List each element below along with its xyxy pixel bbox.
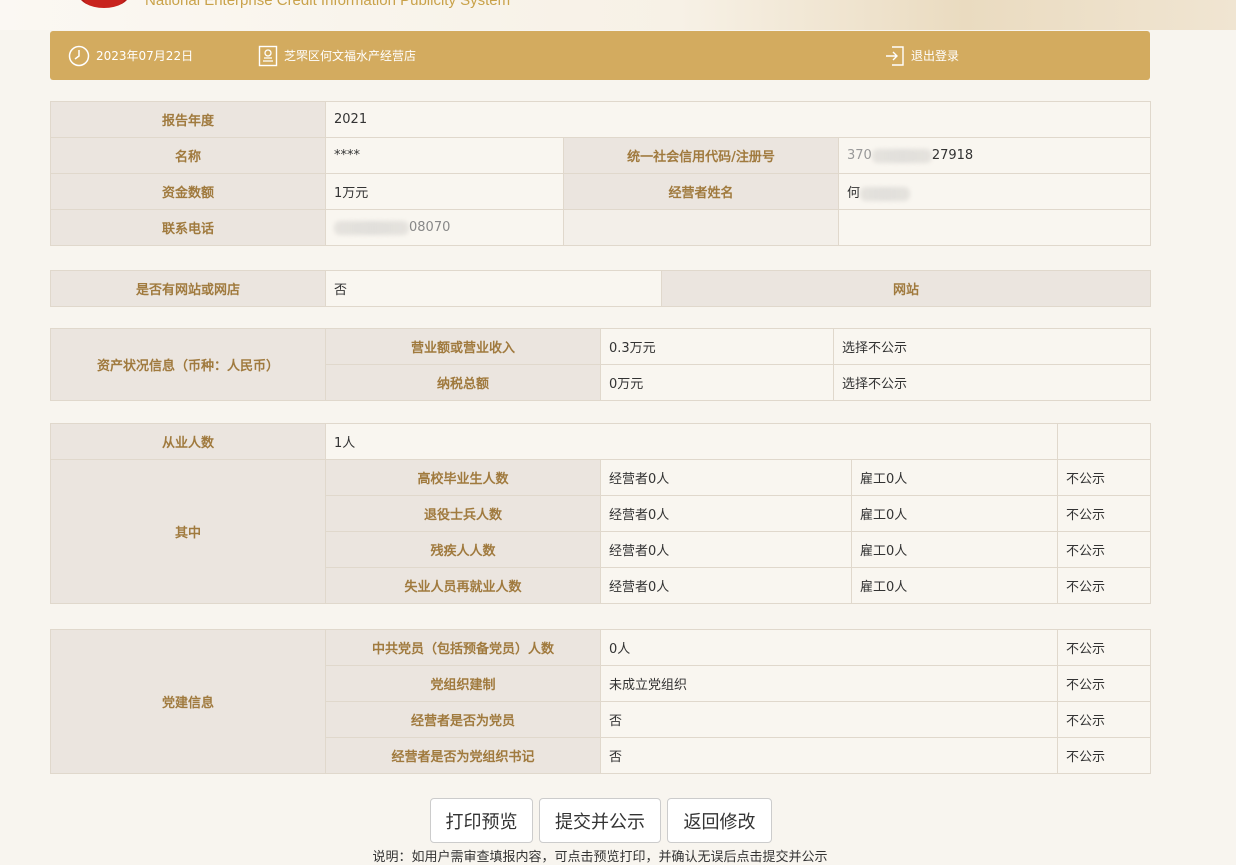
capital-label: 资金数额 — [50, 173, 326, 210]
tax-public: 选择不公示 — [833, 364, 1151, 401]
table-row: 报告年度 2021 — [50, 101, 1152, 138]
operator-secretary-value: 否 — [600, 737, 1058, 774]
disabled-public: 不公示 — [1057, 531, 1152, 568]
national-emblem-icon — [78, 0, 130, 8]
phone-label: 联系电话 — [50, 209, 326, 246]
site-label: 网站 — [661, 270, 1151, 307]
logout-label: 退出登录 — [911, 49, 960, 63]
party-members-public: 不公示 — [1057, 629, 1151, 666]
name-value: **** — [325, 137, 564, 174]
website-table: 是否有网站或网店 否 网站 — [50, 270, 1151, 307]
graduates-public: 不公示 — [1057, 459, 1152, 496]
reemployed-employee: 雇工0人 — [850, 567, 1059, 604]
reemployed-operator: 经营者0人 — [600, 567, 852, 604]
revenue-value: 0.3万元 — [600, 328, 834, 365]
back-edit-button[interactable]: 返回修改 — [667, 798, 772, 843]
user-toolbar: 2023年07月22日 芝罘区何文福水产经营店 退出登录 — [50, 31, 1150, 80]
party-org-value: 未成立党组织 — [600, 665, 1058, 702]
basic-info-table: 报告年度 2021 名称 **** 统一社会信用代码/注册号 370 27918 … — [50, 101, 1152, 246]
tax-value: 0万元 — [600, 364, 834, 401]
store-display: 芝罘区何文福水产经营店 — [258, 31, 416, 80]
revenue-label: 营业额或营业收入 — [325, 328, 601, 365]
submit-publish-button[interactable]: 提交并公示 — [539, 798, 661, 843]
name-label: 名称 — [50, 137, 326, 174]
capital-value: 1万元 — [325, 173, 564, 210]
operator-name-value: 何 — [837, 173, 1152, 210]
veterans-public: 不公示 — [1057, 495, 1152, 532]
operator-secretary-public: 不公示 — [1057, 737, 1151, 774]
operator-member-value: 否 — [600, 701, 1058, 738]
table-row: 党建信息 中共党员（包括预备党员）人数 0人 不公示 — [50, 629, 1151, 774]
credit-code-value: 370 27918 — [837, 137, 1152, 174]
veterans-label: 退役士兵人数 — [325, 495, 601, 532]
reemployed-public: 不公示 — [1057, 567, 1152, 604]
report-year-value: 2021 — [324, 101, 1152, 138]
revenue-public: 选择不公示 — [833, 328, 1151, 365]
tax-label: 纳税总额 — [325, 364, 601, 401]
table-row: 资产状况信息（币种：人民币） 营业额或营业收入 0.3万元 选择不公示 — [50, 328, 1151, 401]
action-buttons: 打印预览 提交并公示 返回修改 — [430, 798, 772, 843]
credit-code-label: 统一社会信用代码/注册号 — [563, 137, 839, 174]
party-org-public: 不公示 — [1057, 665, 1151, 702]
employee-breakdown-label: 其中 — [50, 459, 326, 604]
id-card-icon — [258, 45, 278, 67]
table-row: 资金数额 1万元 经营者姓名 何 — [50, 173, 1152, 210]
operator-member-label: 经营者是否为党员 — [325, 701, 601, 738]
assets-section-label: 资产状况信息（币种：人民币） — [50, 328, 326, 401]
phone-value: 08070 — [325, 209, 564, 246]
date-display: 2023年07月22日 — [68, 31, 193, 80]
disabled-label: 残疾人人数 — [325, 531, 601, 568]
report-year-label: 报告年度 — [50, 101, 326, 138]
party-table: 党建信息 中共党员（包括预备党员）人数 0人 不公示 党组织建制 未成立党组织 … — [50, 629, 1151, 774]
clock-icon — [68, 45, 90, 67]
operator-name-label: 经营者姓名 — [563, 173, 839, 210]
operator-secretary-label: 经营者是否为党组织书记 — [325, 737, 601, 774]
employee-count-value: 1人 — [324, 423, 1059, 460]
disabled-employee: 雇工0人 — [850, 531, 1059, 568]
veterans-operator: 经营者0人 — [600, 495, 852, 532]
assets-table: 资产状况信息（币种：人民币） 营业额或营业收入 0.3万元 选择不公示 纳税总额… — [50, 328, 1151, 401]
graduates-label: 高校毕业生人数 — [325, 459, 601, 496]
system-title: National Enterprise Credit Information P… — [145, 0, 511, 9]
graduates-operator: 经营者0人 — [600, 459, 852, 496]
operator-member-public: 不公示 — [1057, 701, 1151, 738]
table-row: 其中 高校毕业生人数 经营者0人 雇工0人 不公示 — [50, 459, 1152, 604]
veterans-employee: 雇工0人 — [850, 495, 1059, 532]
website-value: 否 — [325, 270, 662, 307]
logout-icon — [885, 45, 905, 67]
employees-table: 从业人数 1人 其中 高校毕业生人数 经营者0人 雇工0人 不公示 退役士兵人数… — [50, 423, 1152, 604]
logout-button[interactable]: 退出登录 — [885, 31, 959, 80]
party-org-label: 党组织建制 — [325, 665, 601, 702]
top-banner: National Enterprise Credit Information P… — [0, 0, 1236, 30]
disabled-operator: 经营者0人 — [600, 531, 852, 568]
table-row: 从业人数 1人 — [50, 423, 1152, 460]
store-name: 芝罘区何文福水产经营店 — [284, 49, 417, 63]
employee-count-label: 从业人数 — [50, 423, 326, 460]
reemployed-label: 失业人员再就业人数 — [325, 567, 601, 604]
party-members-label: 中共党员（包括预备党员）人数 — [325, 629, 601, 666]
instructions-note: 说明：如用户需审查填报内容，可点击预览打印，并确认无误后点击提交并公示 — [372, 850, 828, 865]
table-row: 名称 **** 统一社会信用代码/注册号 370 27918 — [50, 137, 1152, 174]
graduates-employee: 雇工0人 — [850, 459, 1059, 496]
print-preview-button[interactable]: 打印预览 — [430, 798, 533, 843]
current-date: 2023年07月22日 — [96, 49, 194, 63]
website-label: 是否有网站或网店 — [50, 270, 326, 307]
party-members-value: 0人 — [600, 629, 1058, 666]
party-section-label: 党建信息 — [50, 629, 326, 774]
table-row: 联系电话 08070 — [50, 209, 1152, 246]
table-row: 是否有网站或网店 否 网站 — [50, 270, 1151, 307]
